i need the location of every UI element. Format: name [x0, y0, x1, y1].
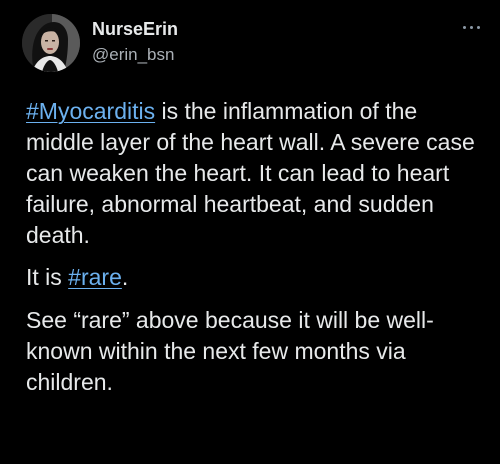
tweet-paragraph: See “rare” above because it will be well… [26, 307, 434, 395]
hashtag-link-myocarditis[interactable]: #Myocarditis [26, 98, 155, 124]
tweet-text-segment: . [121, 264, 129, 290]
avatar[interactable] [22, 14, 80, 72]
more-horizontal-icon [463, 26, 466, 29]
tweet-paragraph: #Myocarditis is the inflammation of the … [26, 96, 486, 251]
tweet-paragraph: It is #rare. [26, 262, 486, 293]
hashtag-link-rare[interactable]: #rare [68, 264, 122, 290]
tweet-header: NurseErin @erin_bsn [92, 18, 178, 66]
user-handle[interactable]: @erin_bsn [92, 44, 178, 66]
tweet-text: #Myocarditis is the inflammation of the … [26, 96, 486, 398]
avatar-image [22, 14, 80, 72]
tweet: NurseErin @erin_bsn #Myocarditis is the … [0, 0, 500, 464]
tweet-text-segment: It is [26, 264, 69, 290]
display-name[interactable]: NurseErin [92, 18, 178, 40]
more-options-button[interactable] [460, 20, 484, 34]
